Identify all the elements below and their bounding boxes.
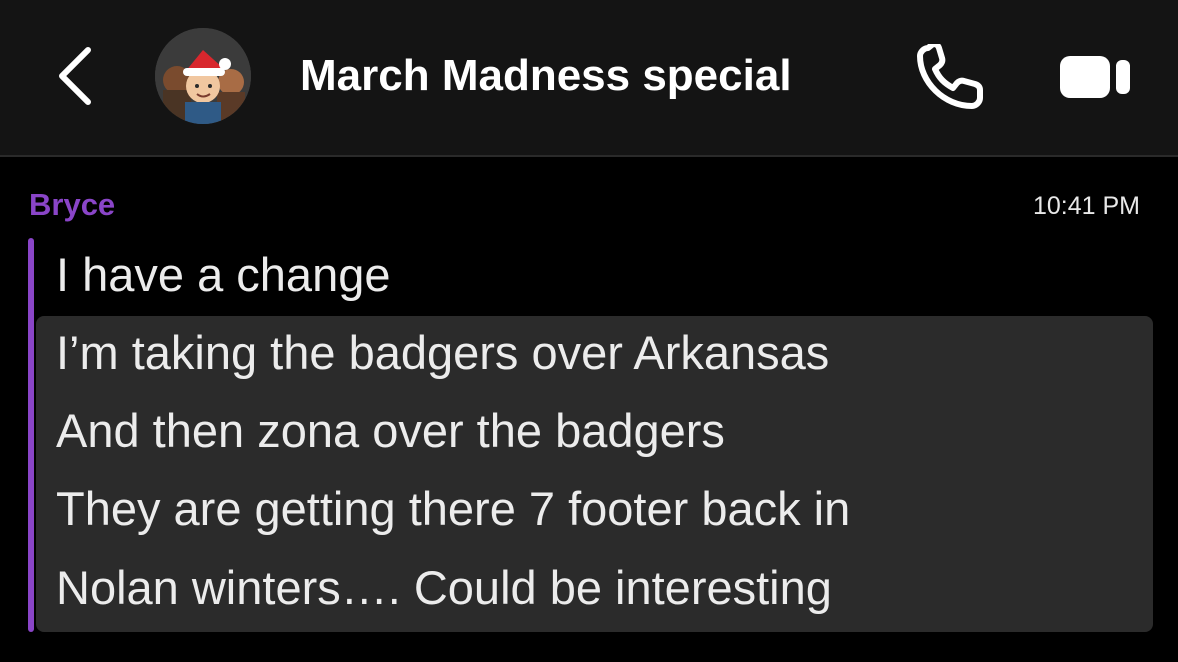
chat-header: March Madness special: [0, 0, 1178, 157]
message-line[interactable]: Nolan winters…. Could be interesting: [56, 549, 832, 627]
chevron-left-icon: [59, 47, 91, 105]
message-line[interactable]: I’m taking the badgers over Arkansas: [56, 314, 829, 392]
video-call-button[interactable]: [1058, 50, 1134, 104]
message-line[interactable]: I have a change: [56, 236, 391, 314]
message-sender[interactable]: Bryce: [29, 186, 115, 224]
chat-title[interactable]: March Madness special: [300, 46, 792, 106]
video-camera-icon: [1060, 56, 1130, 98]
message-line[interactable]: They are getting there 7 footer back in: [56, 470, 850, 548]
message-line[interactable]: And then zona over the badgers: [56, 392, 725, 470]
voice-call-button[interactable]: [914, 41, 986, 110]
group-bitmoji-avatar-icon: [155, 28, 251, 124]
message-accent-bar: [28, 238, 34, 632]
group-avatar[interactable]: [155, 28, 251, 124]
back-button[interactable]: [52, 44, 102, 108]
message-timestamp: 10:41 PM: [1032, 192, 1140, 220]
phone-icon: [917, 41, 983, 109]
